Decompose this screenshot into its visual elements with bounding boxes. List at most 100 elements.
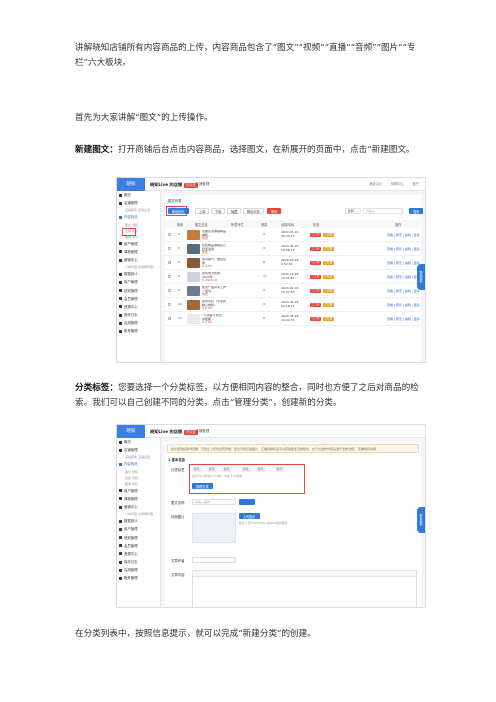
category-chip[interactable]: 标签 [207, 467, 217, 472]
table-row[interactable]: 6 如何产品并带工作一项合... 免费 3 2020-02-18 10:07:53 已上架… [165, 284, 421, 298]
top-bar: 晓知 晓知Live 的店铺 已认证 店铺管理 [117, 425, 425, 438]
row-actions[interactable]: 查看 | 预览 | 编辑 | 更多 [387, 303, 420, 307]
row-actions[interactable]: 查看 | 预览 | 编辑 | 更多 [387, 317, 420, 321]
category-hint: 您还可以添加3个分类，请在下方选择 [192, 474, 242, 478]
sidebar-item[interactable]: 会员管理 [117, 295, 160, 303]
sidebar-item[interactable]: 操作日志 [117, 311, 160, 319]
category-chip[interactable]: 标签 [192, 467, 202, 472]
account-link[interactable]: 账户 [413, 182, 419, 186]
category-chip[interactable]: 标签 [241, 467, 251, 472]
row-order: 3 [178, 232, 180, 236]
category-chip[interactable]: 标签 [275, 467, 285, 472]
table-row[interactable]: 3 点播签到课程精品福利... 免费 3 2020-05-20 09:33:15 已上架已… [165, 228, 421, 242]
sidebar-item[interactable]: 课程管理 [117, 248, 160, 256]
row-thumbnail [187, 272, 200, 282]
row-order: 3 [178, 246, 180, 250]
sidebar-item[interactable]: 概况 [117, 438, 160, 446]
top-bar: 晓知 晓知Live 的店铺 已认证 店铺管理 消息中心 帮助中心 账户 [117, 178, 425, 191]
category-chip[interactable]: 标签 [256, 467, 266, 472]
search-field-select[interactable]: 名称 [345, 208, 361, 214]
sidebar-item[interactable]: 内容商品 [117, 460, 160, 468]
graphic-intro-text: 首先为大家讲解“图文”的上传操作。 [75, 113, 213, 123]
sidebar-item[interactable]: 操作日志 [117, 558, 160, 566]
name-label: 图文名称 [171, 501, 185, 505]
move-category-button[interactable]: 移动分类 [243, 208, 264, 214]
top-nav-shop[interactable]: 店铺管理 [195, 425, 209, 438]
sidebar-item[interactable]: 店铺管理 [117, 446, 160, 454]
sidebar-item[interactable]: 资源中心 [117, 550, 160, 558]
row-actions[interactable]: 查看 | 预览 | 编辑 | 更多 [387, 247, 420, 251]
name-input[interactable]: 请输入名称 [192, 499, 236, 505]
sidebar-item[interactable]: 绩效管理 [117, 534, 160, 542]
message-center-link[interactable]: 消息中心 [369, 182, 382, 186]
sidebar-item[interactable]: 店铺管理 [117, 199, 160, 207]
sidebar-item[interactable]: 应用管理 [117, 566, 160, 574]
sidebar-item[interactable]: 营销中心 [117, 503, 160, 511]
new-graphic-button[interactable]: 新建图文 [168, 208, 189, 214]
contact-service-button[interactable]: 联系客服 [417, 264, 425, 290]
sidebar-item[interactable]: 数据统计 [117, 517, 160, 525]
search-input[interactable]: 请输入 [363, 208, 403, 214]
sidebar-item[interactable]: 账号管理 [117, 327, 160, 335]
row-checkbox[interactable] [168, 275, 171, 278]
row-thumbnail [187, 286, 200, 296]
table-row[interactable]: 5 如何成为优秀、2020年... ¥ 2020.00 11 2020-12-26 10… [165, 270, 421, 284]
row-checkbox[interactable] [168, 289, 171, 292]
table-row[interactable]: 12 如何写好（专项篇精心排版... ¥ 9.90 3 2020-02-28 10:18… [165, 298, 421, 312]
table-row[interactable]: 13 “不熬夜不秃顶、熬夜都... ¥ 2.90 0 2020-02-28 10:24:… [165, 312, 421, 326]
sidebar-item[interactable]: 营销中心 [117, 256, 160, 264]
top-nav-shop[interactable]: 店铺管理 [195, 178, 209, 191]
col-status: 状态 [313, 223, 320, 227]
publish-button[interactable]: 上架 [195, 208, 210, 214]
row-date: 2020-05-20 09:33:15 [281, 230, 299, 238]
row-date: 2020-12-26 10:31:46 [281, 272, 299, 280]
category-chip[interactable]: 标签 [222, 467, 232, 472]
delete-button[interactable]: 删除 [267, 208, 282, 214]
status-badge: 已隐藏 [323, 275, 334, 279]
manage-category-button[interactable]: 管理分类 [192, 483, 213, 489]
name-confirm-button[interactable] [239, 499, 255, 505]
row-price: 免费 [202, 292, 209, 296]
row-checkbox[interactable] [168, 303, 171, 306]
sidebar-item[interactable]: 用户管理 [117, 278, 160, 286]
status-badge: 已上架 [310, 303, 321, 307]
sidebar-item[interactable]: 会员管理 [117, 542, 160, 550]
table-row[interactable]: 3 晓知精品课程自己赶紧说说 免费 3 2020-05-20 15:56:13 已上架 已隐… [165, 242, 421, 256]
hide-button[interactable]: 隐藏 [227, 208, 242, 214]
sidebar-item[interactable]: 绩效管理 [117, 287, 160, 295]
row-checkbox[interactable] [168, 261, 171, 264]
category-text: 您要选择一个分类标签，以方便相同内容的整合，同时也方便了之后对商品的检索。我们可… [75, 383, 419, 408]
help-center-link[interactable]: 帮助中心 [391, 182, 404, 186]
sidebar-item[interactable]: 应用管理 [117, 319, 160, 327]
table-row[interactable]: 3 如何提升，做好自律 ¥ 9.90 8 2020-03-29 9:52:52 已上架 已隐… [165, 256, 421, 270]
rich-text-editor[interactable] [192, 570, 417, 607]
sidebar-item[interactable]: 资源中心 [117, 303, 160, 311]
sidebar-item[interactable]: 内容商品 [117, 213, 160, 221]
sidebar-item[interactable]: 用户管理 [117, 525, 160, 533]
author-input[interactable] [192, 557, 236, 563]
sidebar-item[interactable]: 数据统计 [117, 270, 160, 278]
contact-service-button[interactable]: 联系客服 [417, 507, 425, 533]
row-checkbox[interactable] [168, 247, 171, 250]
row-actions[interactable]: 查看 | 预览 | 编辑 | 更多 [387, 289, 420, 293]
sidebar-item[interactable]: 账号管理 [117, 574, 160, 582]
row-actions[interactable]: 查看 | 预览 | 编辑 | 更多 [387, 261, 420, 265]
row-actions[interactable]: 查看 | 预览 | 编辑 | 更多 [387, 233, 420, 237]
row-checkbox[interactable] [168, 233, 171, 236]
author-label: 文章作者 [171, 559, 185, 563]
search-button[interactable]: 搜索 [409, 208, 424, 214]
breadcrumb: 图文列表 [168, 199, 182, 203]
status-badge: 已隐藏 [323, 289, 334, 293]
upload-image-button[interactable]: 上传图片 [239, 513, 260, 519]
row-price: ¥ 9.90 [202, 306, 212, 310]
row-checkbox[interactable] [168, 317, 171, 320]
sidebar-item[interactable]: 用户管理 [117, 487, 160, 495]
unpublish-button[interactable]: 下架 [211, 208, 226, 214]
sidebar-item[interactable]: 概况 [117, 191, 160, 199]
sidebar-item[interactable]: 用户管理 [117, 240, 160, 248]
table-header: 排序 图文信息 所属专栏 销量 创建时间 状态 操作 [165, 220, 421, 228]
sidebar-item[interactable]: 课程管理 [117, 495, 160, 503]
col-sales: 销量 [261, 223, 268, 227]
row-actions[interactable]: 查看 | 预览 | 编辑 | 更多 [387, 275, 420, 279]
create-category-paragraph: 在分类列表中，按照信息提示，就可以完成“新建分类”的创建。 [75, 627, 435, 642]
